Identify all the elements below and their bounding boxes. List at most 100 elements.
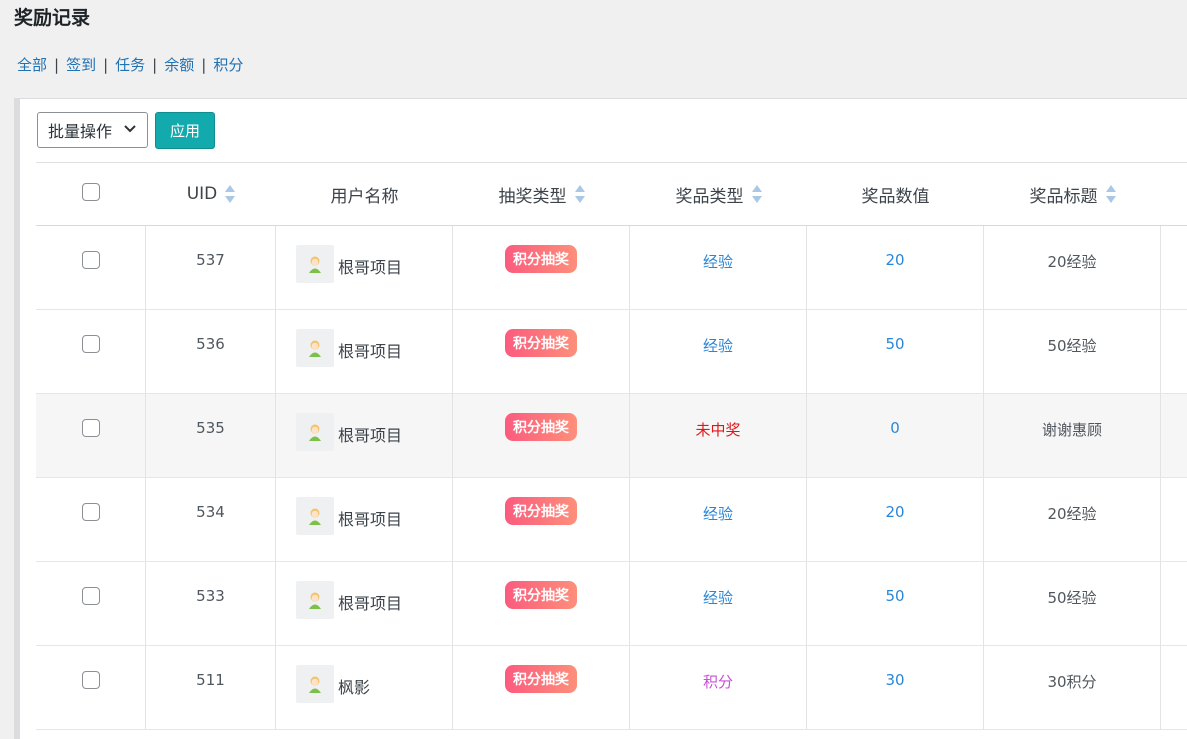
row-prize-value: 20 bbox=[807, 226, 984, 309]
row-prize-value: 50 bbox=[807, 562, 984, 645]
apply-button[interactable]: 应用 bbox=[155, 112, 215, 149]
row-extra-cell bbox=[1161, 226, 1187, 309]
user-avatar-icon bbox=[296, 413, 334, 451]
header-select-all bbox=[36, 163, 146, 225]
user-avatar-icon bbox=[296, 329, 334, 367]
records-table: UID 用户名称 抽奖类型 奖品类型 奖品数值 奖品标题 537 根哥项目 积分… bbox=[36, 162, 1187, 730]
draw-type-badge: 积分抽奖 bbox=[505, 413, 577, 441]
row-select-cell bbox=[36, 478, 146, 561]
header-prize-type[interactable]: 奖品类型 bbox=[630, 163, 807, 225]
table-row: 533 根哥项目 积分抽奖 经验 50 50经验 bbox=[36, 562, 1187, 646]
row-uid: 533 bbox=[146, 562, 276, 645]
row-checkbox[interactable] bbox=[81, 503, 100, 521]
sort-arrows-icon bbox=[225, 185, 236, 203]
row-draw-type: 积分抽奖 bbox=[453, 478, 630, 561]
user-avatar-icon bbox=[296, 665, 334, 703]
row-prize-value: 0 bbox=[807, 394, 984, 477]
user-avatar-icon bbox=[296, 497, 334, 535]
row-username: 根哥项目 bbox=[338, 510, 403, 529]
row-checkbox[interactable] bbox=[81, 587, 100, 605]
row-checkbox[interactable] bbox=[81, 419, 100, 437]
row-prize-title: 30积分 bbox=[984, 646, 1161, 729]
row-user: 根哥项目 bbox=[276, 226, 453, 309]
row-checkbox[interactable] bbox=[81, 671, 100, 689]
draw-type-badge: 积分抽奖 bbox=[505, 245, 577, 273]
draw-type-badge: 积分抽奖 bbox=[505, 329, 577, 357]
row-prize-type: 未中奖 bbox=[630, 394, 807, 477]
draw-type-badge: 积分抽奖 bbox=[505, 581, 577, 609]
row-username: 根哥项目 bbox=[338, 258, 403, 277]
row-extra-cell bbox=[1161, 478, 1187, 561]
user-avatar-icon bbox=[296, 245, 334, 283]
row-draw-type: 积分抽奖 bbox=[453, 562, 630, 645]
filter-checkin[interactable]: 签到 bbox=[66, 56, 96, 74]
row-prize-title: 50经验 bbox=[984, 562, 1161, 645]
row-user: 根哥项目 bbox=[276, 562, 453, 645]
row-checkbox[interactable] bbox=[81, 335, 100, 353]
row-uid: 536 bbox=[146, 310, 276, 393]
table-row: 535 根哥项目 积分抽奖 未中奖 0 谢谢惠顾 bbox=[36, 394, 1187, 478]
table-row: 511 枫影 积分抽奖 积分 30 30积分 bbox=[36, 646, 1187, 730]
draw-type-badge: 积分抽奖 bbox=[505, 497, 577, 525]
sort-arrows-icon bbox=[1105, 185, 1116, 203]
row-select-cell bbox=[36, 646, 146, 729]
row-user: 枫影 bbox=[276, 646, 453, 729]
row-prize-type: 经验 bbox=[630, 478, 807, 561]
row-draw-type: 积分抽奖 bbox=[453, 394, 630, 477]
filter-points[interactable]: 积分 bbox=[213, 56, 243, 74]
row-uid: 535 bbox=[146, 394, 276, 477]
row-select-cell bbox=[36, 226, 146, 309]
row-prize-title: 谢谢惠顾 bbox=[984, 394, 1161, 477]
header-draw-type[interactable]: 抽奖类型 bbox=[453, 163, 630, 225]
row-uid: 537 bbox=[146, 226, 276, 309]
row-uid: 511 bbox=[146, 646, 276, 729]
row-uid: 534 bbox=[146, 478, 276, 561]
row-username: 枫影 bbox=[338, 678, 371, 697]
bulk-action-label: 批量操作 bbox=[48, 122, 113, 141]
row-user: 根哥项目 bbox=[276, 394, 453, 477]
bulk-action-select[interactable]: 批量操作 bbox=[37, 112, 148, 148]
row-checkbox[interactable] bbox=[81, 251, 100, 269]
row-extra-cell bbox=[1161, 562, 1187, 645]
row-prize-title: 50经验 bbox=[984, 310, 1161, 393]
row-select-cell bbox=[36, 310, 146, 393]
draw-type-badge: 积分抽奖 bbox=[505, 665, 577, 693]
filter-links: 全部 | 签到 | 任务 | 余额 | 积分 bbox=[17, 56, 244, 74]
row-prize-type: 经验 bbox=[630, 226, 807, 309]
row-draw-type: 积分抽奖 bbox=[453, 646, 630, 729]
row-prize-type: 积分 bbox=[630, 646, 807, 729]
table-row: 536 根哥项目 积分抽奖 经验 50 50经验 bbox=[36, 310, 1187, 394]
user-avatar-icon bbox=[296, 581, 334, 619]
header-username: 用户名称 bbox=[330, 186, 399, 207]
row-select-cell bbox=[36, 562, 146, 645]
row-prize-value: 30 bbox=[807, 646, 984, 729]
row-prize-type: 经验 bbox=[630, 310, 807, 393]
sort-arrows-icon bbox=[574, 185, 585, 203]
filter-balance[interactable]: 余额 bbox=[164, 56, 194, 74]
select-all-checkbox[interactable] bbox=[82, 183, 100, 201]
row-user: 根哥项目 bbox=[276, 478, 453, 561]
row-username: 根哥项目 bbox=[338, 426, 403, 445]
row-extra-cell bbox=[1161, 646, 1187, 729]
filter-all[interactable]: 全部 bbox=[17, 56, 47, 74]
row-prize-title: 20经验 bbox=[984, 478, 1161, 561]
row-prize-value: 20 bbox=[807, 478, 984, 561]
header-prize-title[interactable]: 奖品标题 bbox=[984, 163, 1161, 225]
row-draw-type: 积分抽奖 bbox=[453, 310, 630, 393]
row-prize-type: 经验 bbox=[630, 562, 807, 645]
header-uid[interactable]: UID bbox=[146, 163, 276, 225]
row-draw-type: 积分抽奖 bbox=[453, 226, 630, 309]
header-prize-value: 奖品数值 bbox=[861, 186, 930, 207]
row-extra-cell bbox=[1161, 394, 1187, 477]
row-username: 根哥项目 bbox=[338, 342, 403, 361]
filter-task[interactable]: 任务 bbox=[115, 56, 145, 74]
row-username: 根哥项目 bbox=[338, 594, 403, 613]
row-select-cell bbox=[36, 394, 146, 477]
chevron-down-icon bbox=[124, 125, 136, 133]
table-row: 537 根哥项目 积分抽奖 经验 20 20经验 bbox=[36, 226, 1187, 310]
row-prize-value: 50 bbox=[807, 310, 984, 393]
table-header: UID 用户名称 抽奖类型 奖品类型 奖品数值 奖品标题 bbox=[36, 163, 1187, 226]
row-user: 根哥项目 bbox=[276, 310, 453, 393]
row-extra-cell bbox=[1161, 310, 1187, 393]
row-prize-title: 20经验 bbox=[984, 226, 1161, 309]
